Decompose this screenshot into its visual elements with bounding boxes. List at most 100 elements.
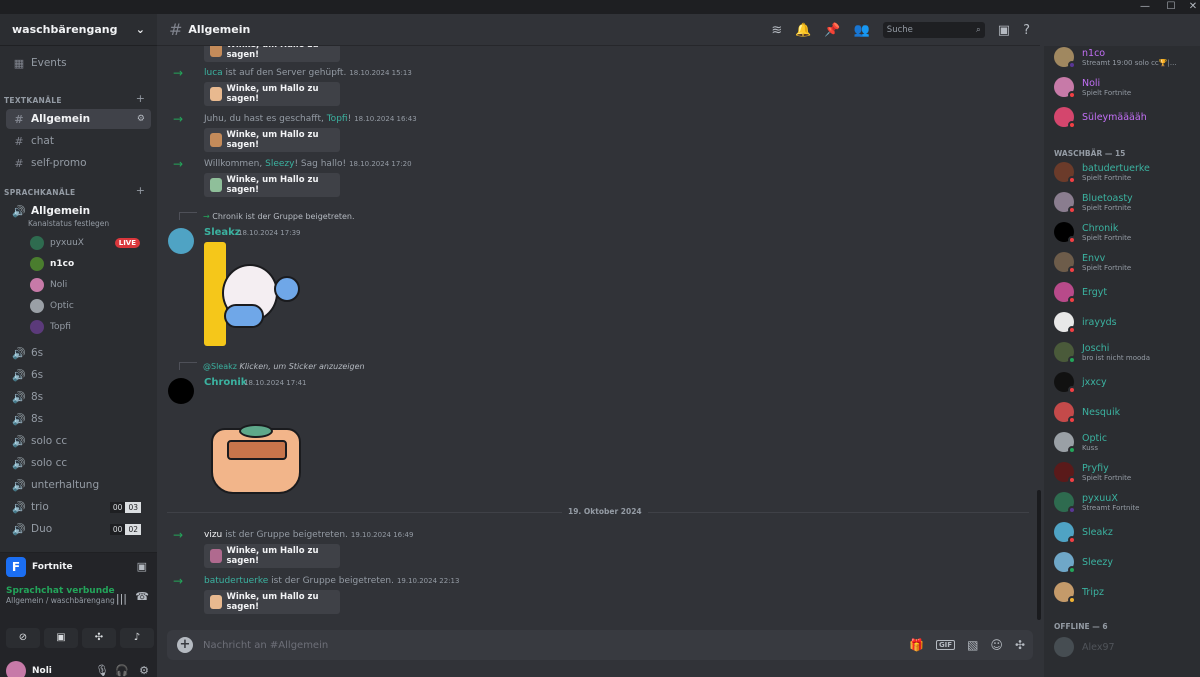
screen-share-icon[interactable]: ▣ <box>137 560 147 573</box>
maximize-icon[interactable]: ☐ <box>1160 0 1182 14</box>
member-row[interactable]: jxxcy <box>1054 368 1194 396</box>
member-row[interactable]: batudertuerke Spielt Fortnite <box>1054 158 1194 186</box>
voice-channel[interactable]: 🔊 solo cc <box>6 431 151 451</box>
voice-user[interactable]: Topfi <box>30 318 71 336</box>
channel-chat[interactable]: # chat <box>6 131 151 151</box>
wave-button[interactable]: Winke, um Hallo zu sagen! <box>204 544 340 568</box>
voice-channel[interactable]: 🔊 solo cc <box>6 453 151 473</box>
activity-panel[interactable]: F Fortnite ▣ <box>0 552 157 580</box>
member-row[interactable]: pyxuuX Streamt Fortnite <box>1054 488 1194 516</box>
category-voice[interactable]: SPRACHKANÄLE <box>4 188 75 197</box>
reply-preview[interactable]: @Sleakz Klicken, um Sticker anzuzeigen <box>203 362 365 371</box>
username[interactable]: Sleezy <box>265 159 294 169</box>
username[interactable]: Topfi <box>327 114 348 124</box>
message-composer[interactable]: + Nachricht an #Allgemein 🎁 GIF ▧ ☺ ✣ <box>167 630 1033 660</box>
wave-button[interactable]: Winke, um Hallo zu sagen! <box>204 128 340 152</box>
channel-self-promo[interactable]: # self-promo <box>6 153 151 173</box>
wave-button[interactable]: Winke, um Hallo zu sagen! <box>204 82 340 106</box>
avatar[interactable] <box>168 378 194 404</box>
voice-channel-trio[interactable]: 🔊 trio 00 03 <box>6 497 151 517</box>
member-row[interactable]: Süleymääääh <box>1054 103 1194 131</box>
member-row[interactable]: irayyds <box>1054 308 1194 336</box>
voice-channel[interactable]: 🔊 6s <box>6 365 151 385</box>
screen-share-button[interactable]: ▣ <box>44 628 78 648</box>
voice-user[interactable]: Noli <box>30 276 67 294</box>
bell-icon[interactable]: 🔔 <box>795 23 811 38</box>
add-text-channel-icon[interactable]: + <box>136 92 145 105</box>
member-row[interactable]: Bluetoasty Spielt Fortnite <box>1054 188 1194 216</box>
member-name: Sleezy <box>1082 556 1113 568</box>
member-row[interactable]: Alex97 <box>1054 633 1194 661</box>
activities-button[interactable]: ✣ <box>82 628 116 648</box>
author-name[interactable]: Chronik <box>204 377 247 388</box>
username[interactable]: vizu <box>204 530 222 540</box>
inbox-icon[interactable]: ▣ <box>998 23 1010 38</box>
channel-label: trio <box>31 501 49 513</box>
member-row[interactable]: Tripz <box>1054 578 1194 606</box>
close-icon[interactable]: ✕ <box>1182 0 1200 14</box>
wave-button[interactable]: Winke, um Hallo zu sagen! <box>204 590 340 614</box>
voice-channel[interactable]: 🔊 unterhaltung <box>6 475 151 495</box>
member-row[interactable]: Joschi bro ist nicht mooda <box>1054 338 1194 366</box>
apps-icon[interactable]: ✣ <box>1015 638 1025 652</box>
headphones-icon[interactable]: 🎧 <box>115 664 129 677</box>
avatar[interactable] <box>6 660 26 677</box>
channel-allgemein[interactable]: # Allgemein ⚙ <box>6 109 151 129</box>
gift-icon[interactable]: 🎁 <box>909 638 924 652</box>
username[interactable]: batudertuerke <box>204 576 268 586</box>
member-row[interactable]: Optic Kuss <box>1054 428 1194 456</box>
message-input[interactable]: Nachricht an #Allgemein <box>203 640 328 651</box>
member-row[interactable]: Sleakz <box>1054 518 1194 546</box>
add-voice-channel-icon[interactable]: + <box>136 184 145 197</box>
sticker-image[interactable] <box>204 242 300 346</box>
sticker-icon[interactable]: ▧ <box>967 638 978 652</box>
members-icon[interactable]: 👥 <box>854 23 870 38</box>
member-name: irayyds <box>1082 316 1117 328</box>
threads-icon[interactable]: ≋ <box>771 23 782 38</box>
category-text[interactable]: TEXTKANÄLE <box>4 96 62 105</box>
minimize-icon[interactable]: — <box>1134 0 1156 14</box>
reply-preview[interactable]: → Chronik ist der Gruppe beigetreten. <box>203 212 355 221</box>
member-row[interactable]: n1co Streamt 19:00 solo cc🏆|... <box>1054 46 1194 71</box>
member-row[interactable]: Nesquik <box>1054 398 1194 426</box>
user-name[interactable]: Noli <box>32 666 52 676</box>
voice-connected-location[interactable]: Allgemein / waschbärengang <box>6 596 151 605</box>
pin-icon[interactable]: 📌 <box>824 23 840 38</box>
help-icon[interactable]: ? <box>1023 23 1030 38</box>
scrollbar[interactable] <box>1037 490 1041 620</box>
voice-channel-allgemein[interactable]: 🔊 Allgemein <box>6 201 151 221</box>
voice-channel[interactable]: 🔊 6s <box>6 343 151 363</box>
server-header[interactable]: waschbärengang ⌄ <box>0 14 157 46</box>
disconnect-icon[interactable]: ☎ <box>135 590 149 603</box>
add-attachment-icon[interactable]: + <box>177 637 193 653</box>
wave-button[interactable]: Winke, um Hallo zu sagen! <box>204 173 340 197</box>
avatar[interactable] <box>168 228 194 254</box>
microphone-icon[interactable]: 🎙 <box>95 664 109 677</box>
member-row[interactable]: Noli Spielt Fortnite <box>1054 73 1194 101</box>
voice-user[interactable]: n1co <box>30 255 74 273</box>
soundboard-button[interactable]: ♪ <box>120 628 154 648</box>
search-input[interactable]: Suche ⌕ <box>882 22 985 38</box>
voice-channel-duo[interactable]: 🔊 Duo 00 02 <box>6 519 151 539</box>
member-row[interactable]: Pryfiy Spielt Fortnite <box>1054 458 1194 486</box>
member-row[interactable]: Chronik Spielt Fortnite <box>1054 218 1194 246</box>
wave-button[interactable]: Winke, um Hallo zu sagen! <box>204 46 340 62</box>
events-item[interactable]: ▦ Events <box>6 53 151 73</box>
username[interactable]: luca <box>204 68 223 78</box>
voice-status[interactable]: Kanalstatus festlegen <box>28 219 109 228</box>
member-row[interactable]: Envv Spielt Fortnite <box>1054 248 1194 276</box>
voice-channel[interactable]: 🔊 8s <box>6 409 151 429</box>
member-row[interactable]: Ergyt <box>1054 278 1194 306</box>
sticker-image[interactable] <box>211 424 301 496</box>
camera-button[interactable]: ⊘ <box>6 628 40 648</box>
voice-user[interactable]: pyxuuX LIVE <box>30 234 150 252</box>
gear-icon[interactable]: ⚙ <box>139 664 149 677</box>
voice-channel[interactable]: 🔊 8s <box>6 387 151 407</box>
author-name[interactable]: Sleakz <box>204 227 241 238</box>
emoji-icon[interactable]: ☺ <box>990 638 1003 652</box>
gif-icon[interactable]: GIF <box>935 640 956 650</box>
gear-icon[interactable]: ⚙ <box>137 114 145 124</box>
member-row[interactable]: Sleezy <box>1054 548 1194 576</box>
voice-user[interactable]: Optic <box>30 297 74 315</box>
noise-suppression-icon[interactable]: ||| <box>116 592 127 605</box>
